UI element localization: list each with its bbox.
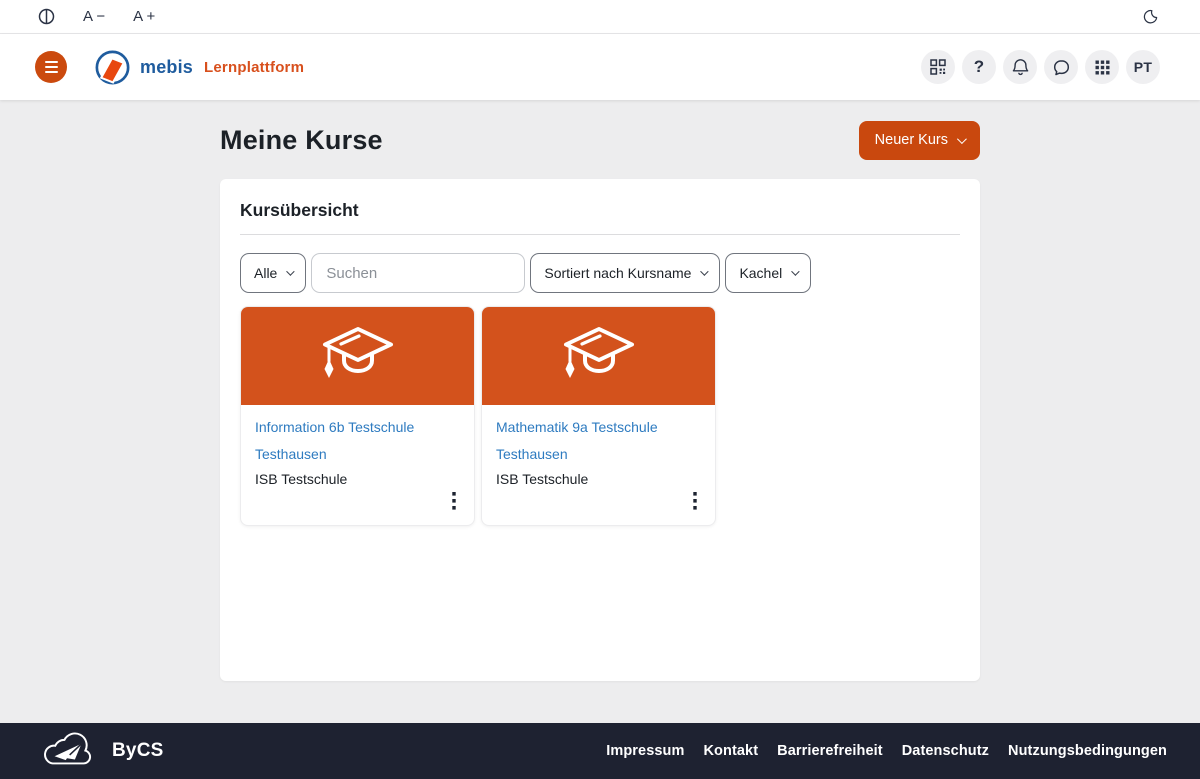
- help-button[interactable]: ?: [962, 50, 996, 84]
- hamburger-icon: [45, 61, 58, 63]
- sort-filter-label: Sortiert nach Kursname: [544, 265, 691, 281]
- course-card: Mathematik 9a Testschule Testhausen ISB …: [481, 306, 716, 526]
- bell-icon: [1012, 58, 1029, 76]
- chevron-down-icon: [287, 267, 295, 275]
- mebis-logo[interactable]: mebis Lernplattform: [94, 49, 304, 86]
- moon-icon: [1143, 9, 1158, 24]
- chat-bubble-icon: [1053, 59, 1070, 76]
- course-school: ISB Testschule: [496, 469, 701, 490]
- group-filter-label: Alle: [254, 265, 277, 281]
- qr-code-button[interactable]: [921, 50, 955, 84]
- apps-grid-button[interactable]: [1085, 50, 1119, 84]
- footer-links: Impressum Kontakt Barrierefreiheit Daten…: [606, 743, 1167, 759]
- footer-link-barrierefreiheit[interactable]: Barrierefreiheit: [777, 743, 883, 759]
- qr-code-icon: [930, 59, 946, 75]
- course-overview-panel: Kursübersicht Alle Sortiert nach Kursnam…: [220, 179, 980, 681]
- chevron-down-icon: [791, 267, 799, 275]
- avatar-initials: PT: [1134, 59, 1153, 75]
- course-school: ISB Testschule: [255, 469, 460, 490]
- course-card: Information 6b Testschule Testhausen ISB…: [240, 306, 475, 526]
- mebis-logo-icon: [94, 49, 131, 86]
- course-kebab-menu-button[interactable]: [448, 490, 460, 515]
- accessibility-toolbar: A − A +: [0, 0, 1200, 34]
- search-input[interactable]: [311, 253, 525, 293]
- course-image-link[interactable]: [241, 307, 474, 405]
- new-course-button[interactable]: Neuer Kurs: [859, 121, 980, 160]
- new-course-label: Neuer Kurs: [875, 132, 948, 148]
- help-icon: ?: [974, 57, 984, 77]
- page-title: Meine Kurse: [220, 125, 383, 156]
- footer-link-kontakt[interactable]: Kontakt: [703, 743, 758, 759]
- graduation-cap-icon: [319, 325, 397, 387]
- divider: [240, 234, 960, 235]
- dark-mode-toggle[interactable]: [1143, 9, 1158, 24]
- font-decrease-button[interactable]: A −: [83, 8, 105, 25]
- sort-filter-dropdown[interactable]: Sortiert nach Kursname: [530, 253, 720, 293]
- footer-link-datenschutz[interactable]: Datenschutz: [902, 743, 989, 759]
- course-card-grid: Information 6b Testschule Testhausen ISB…: [240, 306, 960, 526]
- group-filter-dropdown[interactable]: Alle: [240, 253, 306, 293]
- bycs-cloud-icon: [33, 731, 105, 771]
- course-title-link[interactable]: Information 6b Testschule Testhausen: [255, 414, 460, 468]
- main-menu-button[interactable]: [35, 51, 67, 83]
- header-action-icons: ? PT: [921, 50, 1160, 84]
- bycs-logo: ByCS: [33, 731, 163, 771]
- contrast-toggle-button[interactable]: [38, 8, 55, 25]
- view-filter-dropdown[interactable]: Kachel: [725, 253, 811, 293]
- messages-button[interactable]: [1044, 50, 1078, 84]
- course-title-link[interactable]: Mathematik 9a Testschule Testhausen: [496, 414, 701, 468]
- contrast-icon: [38, 8, 55, 25]
- main-area: Meine Kurse Neuer Kurs Kursübersicht All…: [0, 100, 1200, 723]
- chevron-down-icon: [701, 267, 709, 275]
- apps-grid-icon: [1095, 60, 1110, 75]
- panel-title: Kursübersicht: [240, 200, 960, 221]
- kebab-menu-icon: [452, 492, 456, 510]
- footer-brand-name: ByCS: [112, 740, 163, 762]
- font-increase-label: A +: [133, 8, 155, 25]
- view-filter-label: Kachel: [739, 265, 782, 281]
- kebab-menu-icon: [693, 492, 697, 510]
- course-kebab-menu-button[interactable]: [689, 490, 701, 515]
- brand-name: mebis: [140, 57, 193, 78]
- font-decrease-label: A −: [83, 8, 105, 25]
- filter-bar: Alle Sortiert nach Kursname Kachel: [240, 253, 960, 293]
- profile-avatar[interactable]: PT: [1126, 50, 1160, 84]
- font-increase-button[interactable]: A +: [133, 8, 155, 25]
- footer-link-nutzungsbedingungen[interactable]: Nutzungsbedingungen: [1008, 743, 1167, 759]
- course-image-link[interactable]: [482, 307, 715, 405]
- chevron-down-icon: [957, 134, 967, 144]
- page-footer: ByCS Impressum Kontakt Barrierefreiheit …: [0, 723, 1200, 779]
- app-header: mebis Lernplattform ?: [0, 34, 1200, 100]
- graduation-cap-icon: [560, 325, 638, 387]
- app-name: Lernplattform: [204, 59, 304, 76]
- notifications-button[interactable]: [1003, 50, 1037, 84]
- footer-link-impressum[interactable]: Impressum: [606, 743, 684, 759]
